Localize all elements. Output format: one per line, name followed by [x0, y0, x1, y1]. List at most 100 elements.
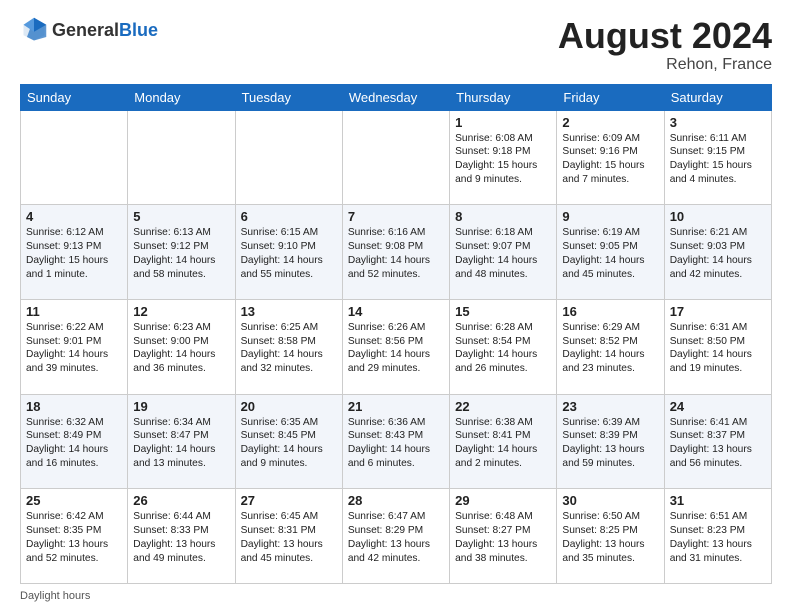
day-info: Sunrise: 6:32 AM Sunset: 8:49 PM Dayligh… [26, 416, 122, 471]
day-info: Sunrise: 6:13 AM Sunset: 9:12 PM Dayligh… [133, 226, 229, 281]
day-number: 8 [455, 209, 551, 224]
day-info: Sunrise: 6:42 AM Sunset: 8:35 PM Dayligh… [26, 510, 122, 565]
day-info: Sunrise: 6:38 AM Sunset: 8:41 PM Dayligh… [455, 416, 551, 471]
day-number: 7 [348, 209, 444, 224]
footer: Daylight hours [20, 590, 772, 602]
day-info: Sunrise: 6:08 AM Sunset: 9:18 PM Dayligh… [455, 132, 551, 187]
calendar-cell: 17 Sunrise: 6:31 AM Sunset: 8:50 PM Dayli… [664, 299, 771, 394]
day-info: Sunrise: 6:50 AM Sunset: 8:25 PM Dayligh… [562, 510, 658, 565]
calendar-cell: 13 Sunrise: 6:25 AM Sunset: 8:58 PM Dayli… [235, 299, 342, 394]
month-year: August 2024 [558, 16, 772, 56]
logo: General Blue [20, 16, 158, 44]
day-number: 6 [241, 209, 337, 224]
calendar-cell: 14 Sunrise: 6:26 AM Sunset: 8:56 PM Dayli… [342, 299, 449, 394]
calendar-cell: 4 Sunrise: 6:12 AM Sunset: 9:13 PM Daylig… [21, 205, 128, 300]
calendar-cell: 19 Sunrise: 6:34 AM Sunset: 8:47 PM Dayli… [128, 394, 235, 489]
week-row-1: 1 Sunrise: 6:08 AM Sunset: 9:18 PM Daylig… [21, 110, 772, 205]
calendar-cell: 5 Sunrise: 6:13 AM Sunset: 9:12 PM Daylig… [128, 205, 235, 300]
day-number: 2 [562, 115, 658, 130]
calendar-cell: 12 Sunrise: 6:23 AM Sunset: 9:00 PM Dayli… [128, 299, 235, 394]
day-number: 31 [670, 493, 766, 508]
day-number: 30 [562, 493, 658, 508]
weekday-header-monday: Monday [128, 84, 235, 110]
calendar-cell: 30 Sunrise: 6:50 AM Sunset: 8:25 PM Dayli… [557, 489, 664, 584]
day-number: 13 [241, 304, 337, 319]
day-number: 9 [562, 209, 658, 224]
calendar-table: SundayMondayTuesdayWednesdayThursdayFrid… [20, 84, 772, 584]
calendar-cell: 3 Sunrise: 6:11 AM Sunset: 9:15 PM Daylig… [664, 110, 771, 205]
day-info: Sunrise: 6:47 AM Sunset: 8:29 PM Dayligh… [348, 510, 444, 565]
day-info: Sunrise: 6:09 AM Sunset: 9:16 PM Dayligh… [562, 132, 658, 187]
calendar-cell: 11 Sunrise: 6:22 AM Sunset: 9:01 PM Dayli… [21, 299, 128, 394]
day-info: Sunrise: 6:22 AM Sunset: 9:01 PM Dayligh… [26, 321, 122, 376]
week-row-2: 4 Sunrise: 6:12 AM Sunset: 9:13 PM Daylig… [21, 205, 772, 300]
day-info: Sunrise: 6:19 AM Sunset: 9:05 PM Dayligh… [562, 226, 658, 281]
day-number: 11 [26, 304, 122, 319]
day-number: 3 [670, 115, 766, 130]
calendar-cell: 16Sunrise: 6:29 AM Sunset: 8:52 PM Dayli… [557, 299, 664, 394]
day-number: 4 [26, 209, 122, 224]
calendar-cell: 21Sunrise: 6:36 AM Sunset: 8:43 PM Dayli… [342, 394, 449, 489]
logo-blue: Blue [119, 20, 158, 41]
calendar-cell: 29Sunrise: 6:48 AM Sunset: 8:27 PM Dayli… [450, 489, 557, 584]
calendar-cell: 31 Sunrise: 6:51 AM Sunset: 8:23 PM Dayli… [664, 489, 771, 584]
title-block: August 2024 Rehon, France [558, 16, 772, 74]
weekday-header-saturday: Saturday [664, 84, 771, 110]
calendar-cell [235, 110, 342, 205]
day-number: 27 [241, 493, 337, 508]
weekday-header-friday: Friday [557, 84, 664, 110]
calendar-cell [342, 110, 449, 205]
header: General Blue August 2024 Rehon, France [20, 16, 772, 74]
calendar-cell: 1 Sunrise: 6:08 AM Sunset: 9:18 PM Daylig… [450, 110, 557, 205]
day-number: 17 [670, 304, 766, 319]
day-info: Sunrise: 6:51 AM Sunset: 8:23 PM Dayligh… [670, 510, 766, 565]
day-number: 16 [562, 304, 658, 319]
day-info: Sunrise: 6:31 AM Sunset: 8:50 PM Dayligh… [670, 321, 766, 376]
day-number: 22 [455, 399, 551, 414]
day-number: 24 [670, 399, 766, 414]
day-number: 1 [455, 115, 551, 130]
day-info: Sunrise: 6:26 AM Sunset: 8:56 PM Dayligh… [348, 321, 444, 376]
calendar-cell: 10Sunrise: 6:21 AM Sunset: 9:03 PM Dayli… [664, 205, 771, 300]
day-info: Sunrise: 6:39 AM Sunset: 8:39 PM Dayligh… [562, 416, 658, 471]
day-info: Sunrise: 6:45 AM Sunset: 8:31 PM Dayligh… [241, 510, 337, 565]
day-number: 23 [562, 399, 658, 414]
calendar-cell: 24Sunrise: 6:41 AM Sunset: 8:37 PM Dayli… [664, 394, 771, 489]
day-number: 5 [133, 209, 229, 224]
day-info: Sunrise: 6:23 AM Sunset: 9:00 PM Dayligh… [133, 321, 229, 376]
day-info: Sunrise: 6:11 AM Sunset: 9:15 PM Dayligh… [670, 132, 766, 187]
day-number: 20 [241, 399, 337, 414]
day-number: 10 [670, 209, 766, 224]
day-number: 29 [455, 493, 551, 508]
day-info: Sunrise: 6:44 AM Sunset: 8:33 PM Dayligh… [133, 510, 229, 565]
day-info: Sunrise: 6:25 AM Sunset: 8:58 PM Dayligh… [241, 321, 337, 376]
weekday-header-thursday: Thursday [450, 84, 557, 110]
calendar-cell: 25 Sunrise: 6:42 AM Sunset: 8:35 PM Dayli… [21, 489, 128, 584]
day-number: 12 [133, 304, 229, 319]
calendar-cell: 8Sunrise: 6:18 AM Sunset: 9:07 PM Daylig… [450, 205, 557, 300]
page: General Blue August 2024 Rehon, France S… [0, 0, 792, 612]
weekday-header-tuesday: Tuesday [235, 84, 342, 110]
calendar-cell: 18 Sunrise: 6:32 AM Sunset: 8:49 PM Dayli… [21, 394, 128, 489]
calendar-cell: 2 Sunrise: 6:09 AM Sunset: 9:16 PM Daylig… [557, 110, 664, 205]
day-info: Sunrise: 6:12 AM Sunset: 9:13 PM Dayligh… [26, 226, 122, 281]
calendar-cell: 26Sunrise: 6:44 AM Sunset: 8:33 PM Dayli… [128, 489, 235, 584]
calendar-cell: 7Sunrise: 6:16 AM Sunset: 9:08 PM Daylig… [342, 205, 449, 300]
day-number: 25 [26, 493, 122, 508]
calendar-cell: 15Sunrise: 6:28 AM Sunset: 8:54 PM Dayli… [450, 299, 557, 394]
day-info: Sunrise: 6:34 AM Sunset: 8:47 PM Dayligh… [133, 416, 229, 471]
week-row-5: 25 Sunrise: 6:42 AM Sunset: 8:35 PM Dayli… [21, 489, 772, 584]
logo-text: General Blue [52, 20, 158, 41]
day-number: 15 [455, 304, 551, 319]
weekday-header-wednesday: Wednesday [342, 84, 449, 110]
calendar-cell: 22 Sunrise: 6:38 AM Sunset: 8:41 PM Dayli… [450, 394, 557, 489]
day-number: 19 [133, 399, 229, 414]
day-info: Sunrise: 6:15 AM Sunset: 9:10 PM Dayligh… [241, 226, 337, 281]
calendar-cell: 6 Sunrise: 6:15 AM Sunset: 9:10 PM Daylig… [235, 205, 342, 300]
day-info: Sunrise: 6:35 AM Sunset: 8:45 PM Dayligh… [241, 416, 337, 471]
daylight-label: Daylight hours [20, 590, 90, 602]
day-number: 18 [26, 399, 122, 414]
logo-icon [20, 16, 48, 44]
day-number: 14 [348, 304, 444, 319]
day-info: Sunrise: 6:36 AM Sunset: 8:43 PM Dayligh… [348, 416, 444, 471]
